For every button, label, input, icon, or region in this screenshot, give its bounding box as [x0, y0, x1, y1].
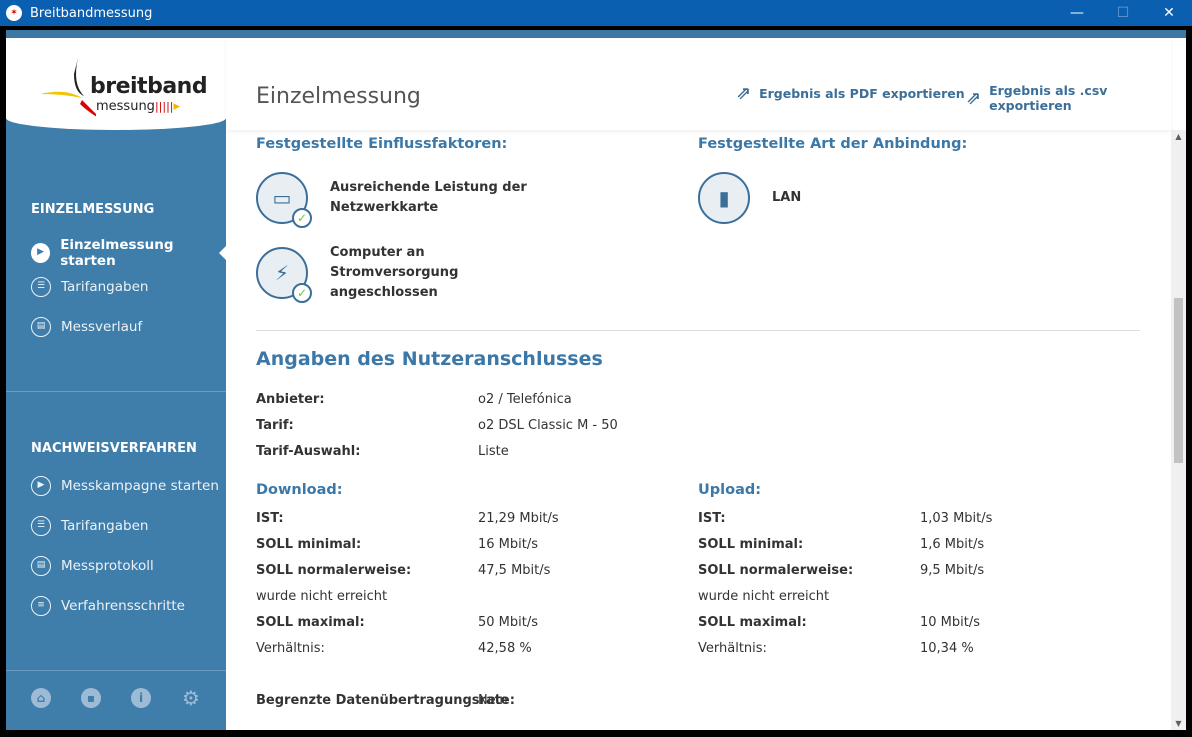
user-tariff-icon: ☰ [31, 277, 51, 297]
upload-heading: Upload: [698, 482, 762, 498]
divider [256, 330, 1140, 331]
calendar-icon: ▤ [31, 317, 51, 337]
download-ratio-value: 42,58 % [478, 641, 532, 656]
user-tariff-icon: ☰ [31, 516, 51, 536]
download-ist-value: 21,29 Mbit/s [478, 511, 559, 526]
scrollbar-thumb[interactable] [1174, 298, 1183, 463]
info-icon[interactable]: i [131, 688, 151, 708]
play-icon: ▶ [31, 476, 51, 496]
download-min-label: SOLL minimal: [256, 537, 362, 552]
download-heading: Download: [256, 482, 343, 498]
window-title: Breitbandmessung [30, 5, 153, 21]
sidebar-divider [6, 670, 226, 671]
upload-norm-label: SOLL normalerweise: [698, 563, 854, 578]
sidebar-item-tarifangaben[interactable]: ☰ Tarifangaben [31, 277, 226, 297]
sidebar: breitband messung|||||▸ EINZELMESSUNG ▶ E… [6, 38, 226, 730]
download-norm-value: 47,5 Mbit/s [478, 563, 551, 578]
sidebar-item-messverlauf[interactable]: ▤ Messverlauf [31, 317, 226, 337]
battery-icon: ⚡ ✓ [256, 247, 312, 303]
scrollbar[interactable]: ▲ ▼ [1171, 130, 1186, 730]
factor-network-card: ▭ ✓ Ausreichende Leistung der Netzwerkkar… [256, 172, 530, 228]
calendar-icon: ▤ [31, 556, 51, 576]
sidebar-item-messkampagne-starten[interactable]: ▶ Messkampagne starten [31, 476, 226, 496]
app-icon: ✶ [6, 5, 22, 21]
tariff-label: Tarif: [256, 418, 294, 433]
scroll-down-icon[interactable]: ▼ [1171, 719, 1186, 728]
chat-icon[interactable]: ▪ [81, 688, 101, 708]
connection-heading: Festgestellte Art der Anbindung: [698, 136, 968, 152]
logo: breitband messung|||||▸ [6, 38, 226, 130]
check-icon: ✓ [292, 208, 312, 228]
export-csv-button[interactable]: ⇗ Ergebnis als .csv exportieren [966, 83, 1171, 113]
download-max-label: SOLL maximal: [256, 615, 365, 630]
check-icon: ✓ [292, 283, 312, 303]
connection-type: ▮ LAN [698, 172, 972, 224]
sidebar-item-verfahrensschritte[interactable]: ≡ Verfahrensschritte [31, 596, 226, 616]
network-card-icon: ▭ ✓ [256, 172, 312, 228]
export-pdf-button[interactable]: ⇗ Ergebnis als PDF exportieren [736, 83, 965, 104]
upload-max-value: 10 Mbit/s [920, 615, 981, 630]
upload-ratio-label: Verhältnis: [698, 641, 767, 656]
factors-heading: Festgestellte Einflussfaktoren: [256, 136, 508, 152]
export-icon: ⇗ [966, 87, 982, 109]
section-einzelmessung: EINZELMESSUNG [31, 202, 155, 217]
factor-power-supply: ⚡ ✓ Computer an Stromversorgung angeschlo… [256, 243, 530, 303]
download-ratio-label: Verhältnis: [256, 641, 325, 656]
tariff-selection-value: Liste [478, 444, 509, 459]
upload-ratio-value: 10,34 % [920, 641, 974, 656]
logo-mark-icon [40, 58, 96, 117]
sidebar-item-tarifangaben-2[interactable]: ☰ Tarifangaben [31, 516, 226, 536]
lan-plug-icon: ▮ [698, 172, 750, 224]
rate-limit-label: Begrenzte Datenübertragungsrate: [256, 693, 515, 708]
upload-ist-label: IST: [698, 511, 726, 526]
rate-limit-value: Nein [478, 693, 508, 708]
active-caret [219, 246, 226, 260]
logo-text-messung: messung|||||▸ [96, 99, 181, 114]
upload-norm-value: 9,5 Mbit/s [920, 563, 985, 578]
upload-ist-value: 1,03 Mbit/s [920, 511, 993, 526]
download-max-value: 50 Mbit/s [478, 615, 539, 630]
logo-text-breitband: breitband [90, 74, 208, 99]
section-nachweisverfahren: NACHWEISVERFAHREN [31, 441, 197, 456]
user-connection-heading: Angaben des Nutzeranschlusses [256, 348, 603, 370]
scroll-up-icon[interactable]: ▲ [1171, 132, 1186, 141]
page-header: Einzelmessung ⇗ Ergebnis als PDF exportie… [226, 38, 1171, 130]
tariff-value: o2 DSL Classic M - 50 [478, 418, 618, 433]
download-note: wurde nicht erreicht [256, 589, 388, 604]
page-title: Einzelmessung [256, 84, 421, 109]
play-icon: ▶ [31, 243, 51, 263]
sidebar-divider [6, 391, 226, 392]
upload-max-label: SOLL maximal: [698, 615, 807, 630]
upload-note: wurde nicht erreicht [698, 589, 830, 604]
upload-min-label: SOLL minimal: [698, 537, 804, 552]
gear-icon[interactable]: ⚙ [181, 688, 201, 708]
tariff-selection-label: Tarif-Auswahl: [256, 444, 361, 459]
title-bar: ✶ Breitbandmessung — ☐ ✕ [0, 0, 1192, 26]
sidebar-item-messprotokoll[interactable]: ▤ Messprotokoll [31, 556, 226, 576]
list-icon: ≡ [31, 596, 51, 616]
close-button[interactable]: ✕ [1146, 0, 1192, 26]
maximize-button[interactable]: ☐ [1100, 0, 1146, 26]
export-icon: ⇗ [736, 83, 752, 104]
home-icon[interactable]: ⌂ [31, 688, 51, 708]
sidebar-item-einzelmessung-starten[interactable]: ▶ Einzelmessung starten [31, 237, 226, 269]
provider-label: Anbieter: [256, 392, 325, 407]
top-strip [6, 30, 1186, 38]
app-window: breitband messung|||||▸ EINZELMESSUNG ▶ E… [6, 30, 1186, 730]
main-panel: Einzelmessung ⇗ Ergebnis als PDF exportie… [226, 38, 1171, 730]
minimize-button[interactable]: — [1054, 0, 1100, 26]
download-ist-label: IST: [256, 511, 284, 526]
provider-value: o2 / Telefónica [478, 392, 572, 407]
download-norm-label: SOLL normalerweise: [256, 563, 412, 578]
upload-min-value: 1,6 Mbit/s [920, 537, 985, 552]
download-min-value: 16 Mbit/s [478, 537, 539, 552]
